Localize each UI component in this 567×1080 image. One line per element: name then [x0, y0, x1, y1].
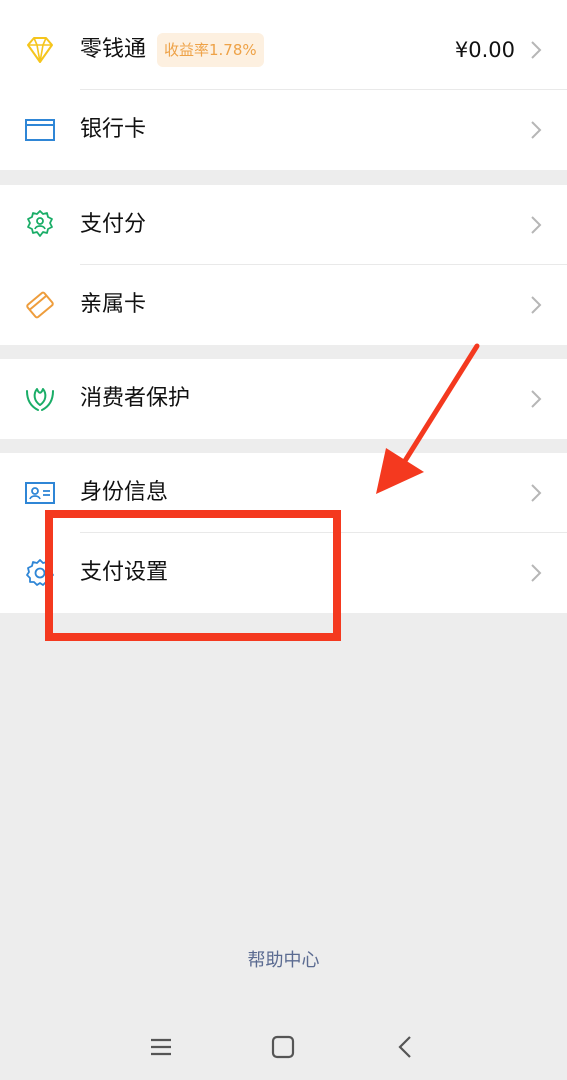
highlight-box: [45, 510, 341, 641]
back-icon[interactable]: [391, 1032, 421, 1062]
help-center-link[interactable]: 帮助中心: [0, 946, 567, 972]
wallet-row[interactable]: 零钱通 收益率1.78% ¥0.00: [0, 10, 567, 90]
family-card-row[interactable]: 亲属卡: [0, 265, 567, 345]
id-card-icon: [25, 482, 55, 504]
chevron-right-icon: [531, 216, 542, 234]
badge-person-icon: [27, 210, 53, 237]
yield-badge: 收益率1.78%: [157, 33, 264, 67]
wallet-amount: ¥0.00: [454, 38, 515, 62]
hands-leaf-icon: [26, 388, 54, 411]
chevron-right-icon: [531, 296, 542, 314]
family-card-icon: [26, 291, 54, 319]
chevron-right-icon: [531, 564, 542, 582]
chevron-right-icon: [531, 121, 542, 139]
score-group: 支付分 亲属卡: [0, 185, 567, 345]
system-nav-bar: [0, 1010, 567, 1080]
pay-score-row[interactable]: 支付分: [0, 185, 567, 265]
menu-icon[interactable]: [146, 1032, 176, 1062]
card-icon: [25, 119, 55, 141]
wallet-group: 零钱通 收益率1.78% ¥0.00 银行卡: [0, 0, 567, 170]
home-icon[interactable]: [268, 1032, 298, 1062]
annotation-arrow-icon: [376, 343, 480, 494]
diamond-icon: [27, 37, 53, 63]
consumer-protection-label: 消费者保护: [80, 386, 191, 411]
family-card-label: 亲属卡: [80, 292, 147, 317]
wallet-label: 零钱通: [80, 37, 147, 62]
bank-card-row[interactable]: 银行卡: [0, 90, 567, 170]
chevron-right-icon: [531, 390, 542, 408]
pay-score-label: 支付分: [80, 212, 147, 237]
bank-card-label: 银行卡: [80, 117, 147, 142]
chevron-right-icon: [531, 484, 542, 502]
chevron-right-icon: [531, 41, 542, 59]
